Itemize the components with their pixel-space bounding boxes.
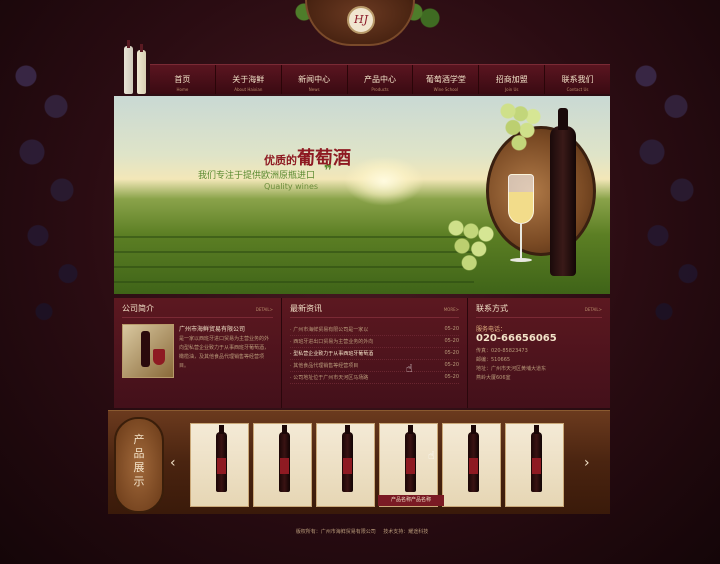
nav-item-products[interactable]: 产品中心 Products bbox=[348, 65, 414, 94]
news-item[interactable]: 型私营企业致力于从事西班牙葡萄酒05-20 bbox=[290, 348, 459, 360]
product-card[interactable] bbox=[316, 423, 375, 507]
news-item[interactable]: 其他食品代理销售等经营项目05-20 bbox=[290, 360, 459, 372]
about-heading: 公司简介 bbox=[122, 304, 154, 313]
product-card[interactable] bbox=[442, 423, 501, 507]
product-showcase: 产品展示 ‹ 产品名称产品名称 › ☝ bbox=[108, 410, 610, 514]
hotline-label: 服务电话： bbox=[476, 326, 507, 333]
contact-heading: 联系方式 bbox=[476, 304, 508, 313]
hero-banner: 优质的葡萄酒 我们专注于提供欧洲原瓶进口 ❞ Quality wines bbox=[114, 96, 610, 294]
news-panel: 最新资讯 MORE> 广州市海鲜贸易有限公司是一家以05-20 西班牙进出口贸易为… bbox=[282, 298, 468, 408]
news-more-link[interactable]: MORE> bbox=[444, 307, 459, 312]
contact-fax: 传真：020-85823473 bbox=[476, 348, 528, 354]
news-item[interactable]: 西班牙进出口贸易为主营业务的外向05-20 bbox=[290, 336, 459, 348]
contact-more-link[interactable]: DETAIL> bbox=[585, 307, 602, 312]
product-card[interactable] bbox=[505, 423, 564, 507]
info-panels: 公司简介 DETAIL> 广州市海鲜贸易有限公司 是一家以西班牙进口贸易为主营业务… bbox=[114, 298, 610, 408]
banner-subtitle: 我们专注于提供欧洲原瓶进口 bbox=[198, 171, 316, 181]
contact-address: 地址：广州市天河区黄埔大道东 bbox=[476, 366, 547, 372]
news-heading: 最新资讯 bbox=[290, 304, 322, 313]
grapes-image bbox=[444, 216, 504, 276]
nav-item-home[interactable]: 首页 Home bbox=[150, 65, 216, 94]
contact-address-2: 燕岭大厦606室 bbox=[476, 375, 511, 381]
contact-panel: 联系方式 DETAIL> 服务电话： 020-66656065 传真：020-85… bbox=[468, 298, 610, 408]
about-image[interactable] bbox=[122, 324, 174, 378]
wine-glass-image bbox=[508, 174, 534, 224]
about-panel: 公司简介 DETAIL> 广州市海鲜贸易有限公司 是一家以西班牙进口贸易为主营业务… bbox=[114, 298, 282, 408]
quote-icon: ❞ bbox=[324, 163, 333, 179]
mouse-cursor-icon: ☝ bbox=[406, 362, 413, 375]
banner-title: 优质的葡萄酒 bbox=[264, 148, 351, 169]
nav-item-contact[interactable]: 联系我们 Contact Us bbox=[545, 65, 610, 94]
product-card[interactable] bbox=[253, 423, 312, 507]
news-item[interactable]: 广州市海鲜贸易有限公司是一家以05-20 bbox=[290, 324, 459, 336]
nav-item-about[interactable]: 关于海鲜 About Haixian bbox=[216, 65, 282, 94]
prev-arrow-icon[interactable]: ‹ bbox=[170, 455, 176, 471]
hotline-number: 020-66656065 bbox=[476, 333, 557, 344]
grapes-image bbox=[498, 100, 548, 155]
product-list bbox=[190, 423, 564, 507]
nav-item-news[interactable]: 新闻中心 News bbox=[282, 65, 348, 94]
mouse-cursor-icon: ☝ bbox=[428, 449, 435, 462]
next-arrow-icon[interactable]: › bbox=[584, 455, 590, 471]
nav-item-wine-school[interactable]: 葡萄酒学堂 Wine School bbox=[413, 65, 480, 94]
banner-subtitle-en: Quality wines bbox=[264, 182, 319, 191]
product-caption[interactable]: 产品名称产品名称 bbox=[378, 495, 444, 506]
news-item[interactable]: 公司地址位于广州市天河区马场路05-20 bbox=[290, 372, 459, 384]
wine-bottle-image bbox=[550, 108, 576, 276]
decor-grapes-left bbox=[0, 0, 110, 380]
products-title: 产品展示 bbox=[133, 433, 145, 488]
sun-glow bbox=[344, 156, 424, 206]
nav-item-join[interactable]: 招商加盟 Join Us bbox=[479, 65, 546, 94]
footer-copyright: 版权所有：广州市海鲜贸易有限公司 bbox=[295, 529, 376, 535]
footer: 版权所有：广州市海鲜贸易有限公司 技术支持：耀途科技 bbox=[114, 528, 610, 535]
product-card[interactable] bbox=[190, 423, 249, 507]
logo[interactable]: HJ bbox=[347, 6, 375, 34]
decor-grapes-right bbox=[610, 0, 720, 380]
contact-zip: 邮编：510665 bbox=[476, 357, 511, 363]
main-nav: 首页 Home 关于海鲜 About Haixian 新闻中心 News 产品中心 Pr… bbox=[150, 64, 610, 94]
footer-support: 技术支持：耀途科技 bbox=[383, 529, 429, 535]
about-more-link[interactable]: DETAIL> bbox=[256, 307, 273, 312]
news-list: 广州市海鲜贸易有限公司是一家以05-20 西班牙进出口贸易为主营业务的外向05-… bbox=[290, 324, 459, 384]
